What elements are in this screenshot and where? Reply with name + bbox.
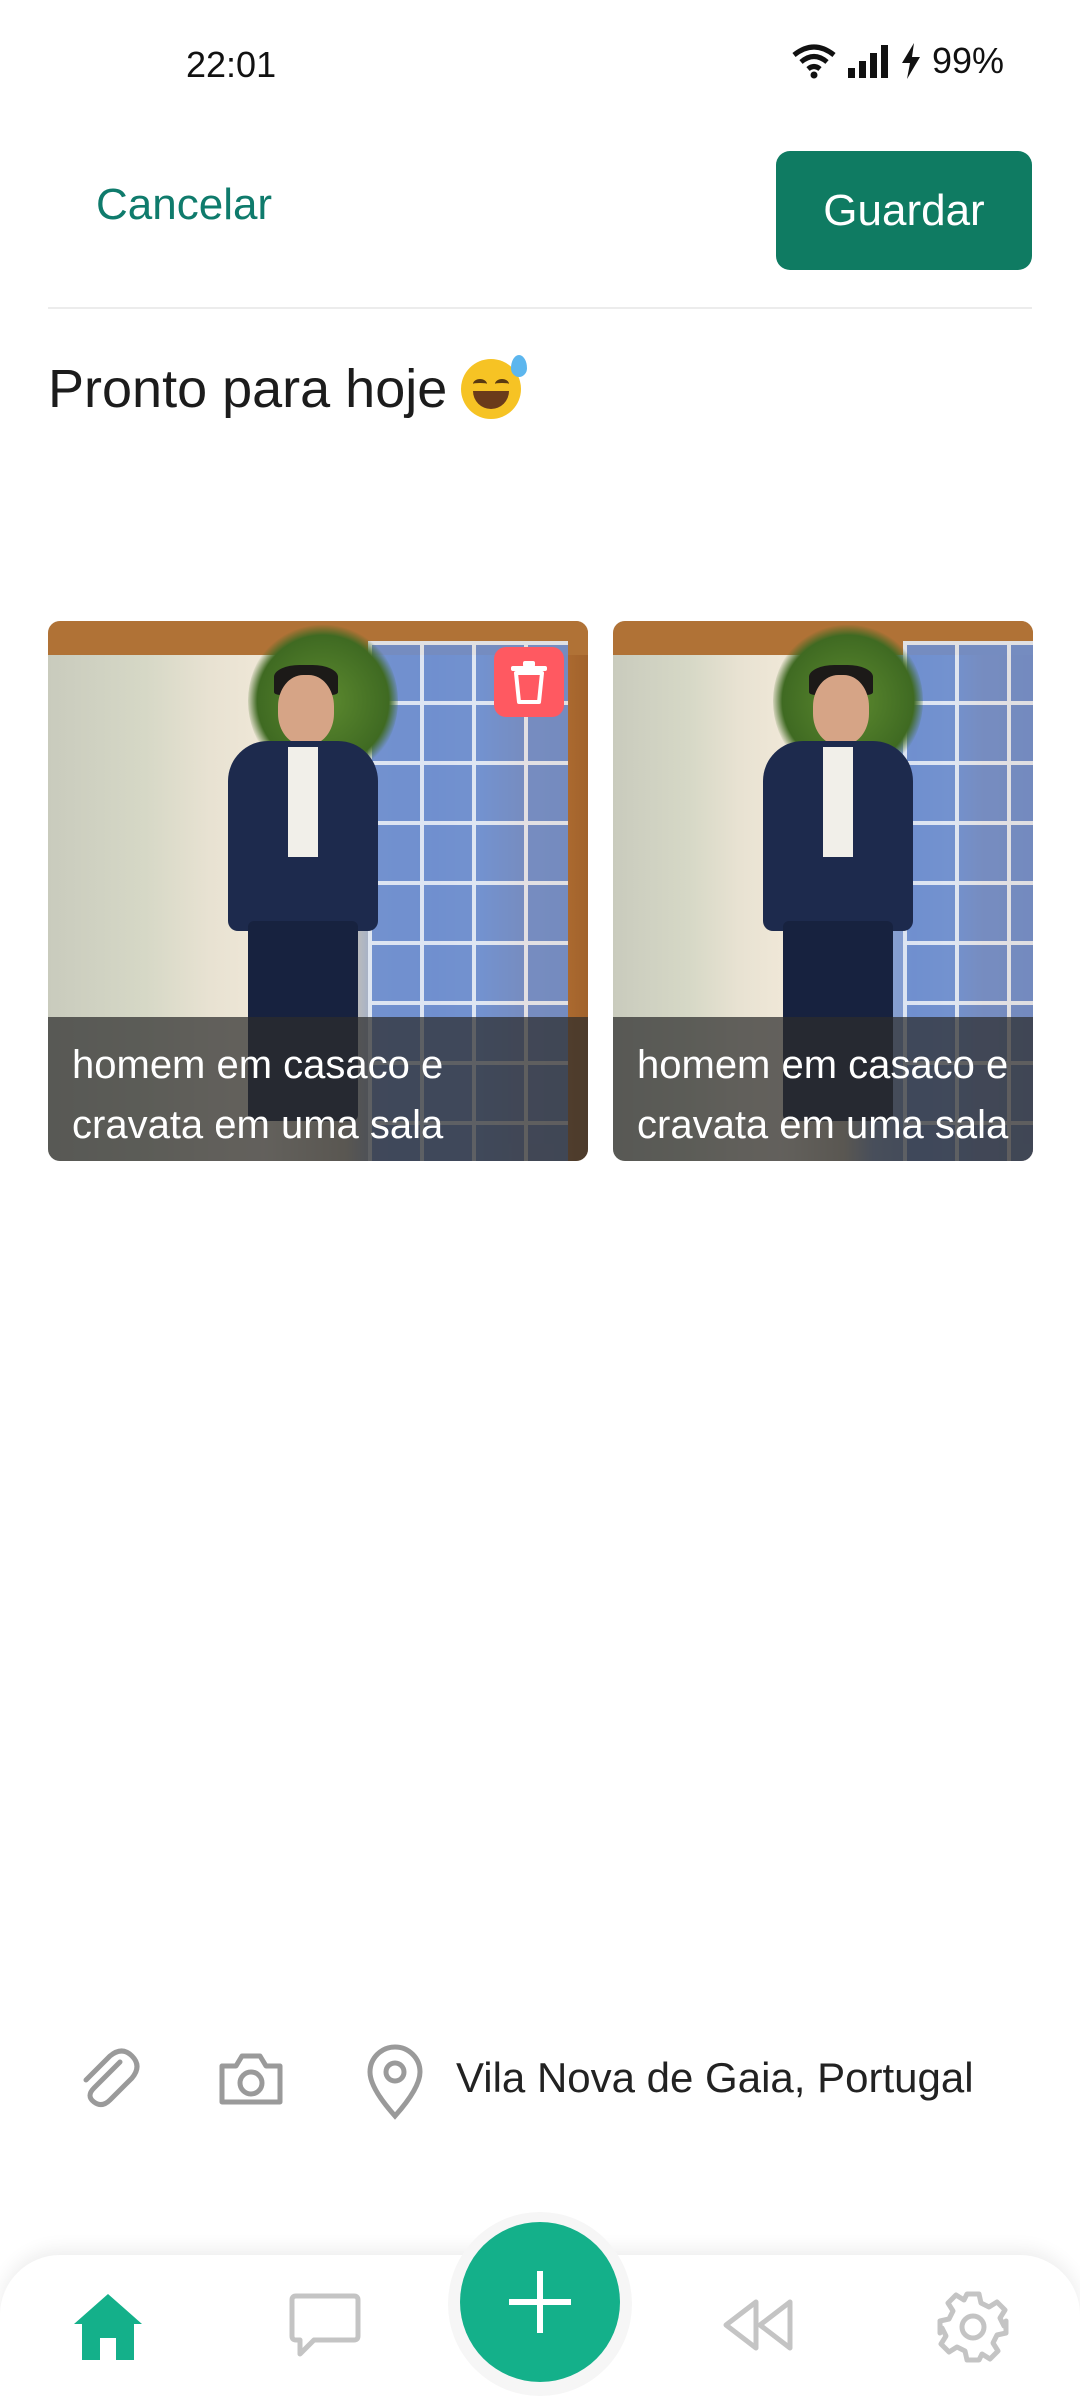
camera-button[interactable] (216, 2044, 286, 2119)
header-divider (48, 307, 1032, 309)
paperclip-icon (83, 2048, 140, 2108)
status-icons: 99% (792, 40, 1004, 82)
nav-settings[interactable] (936, 2290, 1010, 2369)
signal-icon (847, 45, 888, 78)
wifi-icon (792, 44, 836, 79)
nav-rewind[interactable] (720, 2290, 796, 2365)
cancel-button[interactable]: Cancelar (96, 180, 272, 230)
post-text: Pronto para hoje (48, 359, 448, 419)
add-icon (509, 2271, 571, 2333)
charging-icon (901, 43, 920, 79)
map-pin-icon (367, 2044, 423, 2120)
photo-caption: homem em casaco e cravata em uma sala (613, 1017, 1033, 1161)
settings-icon (937, 2291, 1009, 2363)
nav-home[interactable] (70, 2290, 146, 2369)
attach-button[interactable] (72, 2044, 142, 2119)
post-text-field[interactable]: Pronto para hoje (48, 355, 528, 420)
grinning-sweat-emoji-icon (461, 355, 528, 419)
home-icon (74, 2294, 142, 2360)
photo-card[interactable]: homem em casaco e cravata em uma sala (48, 621, 588, 1161)
chat-icon (289, 2293, 361, 2357)
location-button[interactable] (360, 2044, 430, 2125)
trash-icon (511, 661, 547, 704)
photo-card[interactable]: homem em casaco e cravata em uma sala (613, 621, 1033, 1161)
save-button[interactable]: Guardar (776, 151, 1032, 270)
delete-photo-button[interactable] (494, 647, 564, 717)
photo-caption: homem em casaco e cravata em uma sala (48, 1017, 588, 1161)
location-label[interactable]: Vila Nova de Gaia, Portugal (456, 2054, 974, 2102)
camera-icon (219, 2053, 283, 2105)
add-button[interactable] (460, 2222, 620, 2382)
rewind-icon (723, 2299, 793, 2351)
battery-percentage: 99% (931, 40, 1004, 81)
status-time: 22:01 (186, 44, 277, 85)
nav-messages[interactable] (288, 2290, 362, 2365)
